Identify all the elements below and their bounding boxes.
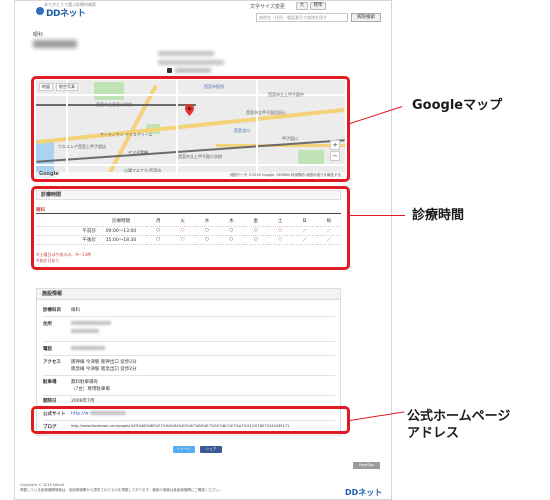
facebook-share-button[interactable]: シェア: [200, 446, 222, 453]
callout-website: 公式ホームページ アドレス: [407, 409, 511, 441]
highlight-hours: [31, 186, 350, 270]
train-icon: [167, 68, 172, 73]
tweet-button[interactable]: ツイート: [173, 446, 195, 453]
search-button[interactable]: 病院検索: [351, 13, 381, 22]
callout-hours: 診療時間: [412, 208, 465, 223]
clinic-phone-redacted: [158, 60, 224, 65]
highlight-website: [31, 406, 350, 434]
font-size-normal-button[interactable]: 標準: [310, 2, 326, 10]
highlight-google-map: [31, 76, 350, 182]
brand-logo[interactable]: DDネット: [46, 6, 86, 19]
font-size-label: 文字サイズ変更: [250, 4, 285, 10]
callout-google-map: Googleマップ: [412, 98, 503, 113]
footer-copyright: Copyright © 2016 DDnet 掲載している医療機関情報は、各医療…: [20, 483, 223, 492]
font-size-large-button[interactable]: 大: [296, 2, 308, 10]
clinic-name-redacted: [33, 40, 77, 48]
clinic-address-redacted: [158, 51, 214, 56]
breadcrumb[interactable]: 眼科: [33, 31, 43, 38]
page-top-button[interactable]: PageTop: [353, 462, 380, 469]
facility-info-title: 施設情報: [37, 289, 340, 300]
footer-logo[interactable]: DDネット: [345, 487, 382, 498]
brand-logo-icon: [36, 7, 44, 15]
callout-line-hours: [350, 215, 405, 217]
nearest-station-redacted: [175, 68, 211, 73]
search-input[interactable]: 病院名・住所・電話番号で病院を探す: [256, 13, 348, 22]
